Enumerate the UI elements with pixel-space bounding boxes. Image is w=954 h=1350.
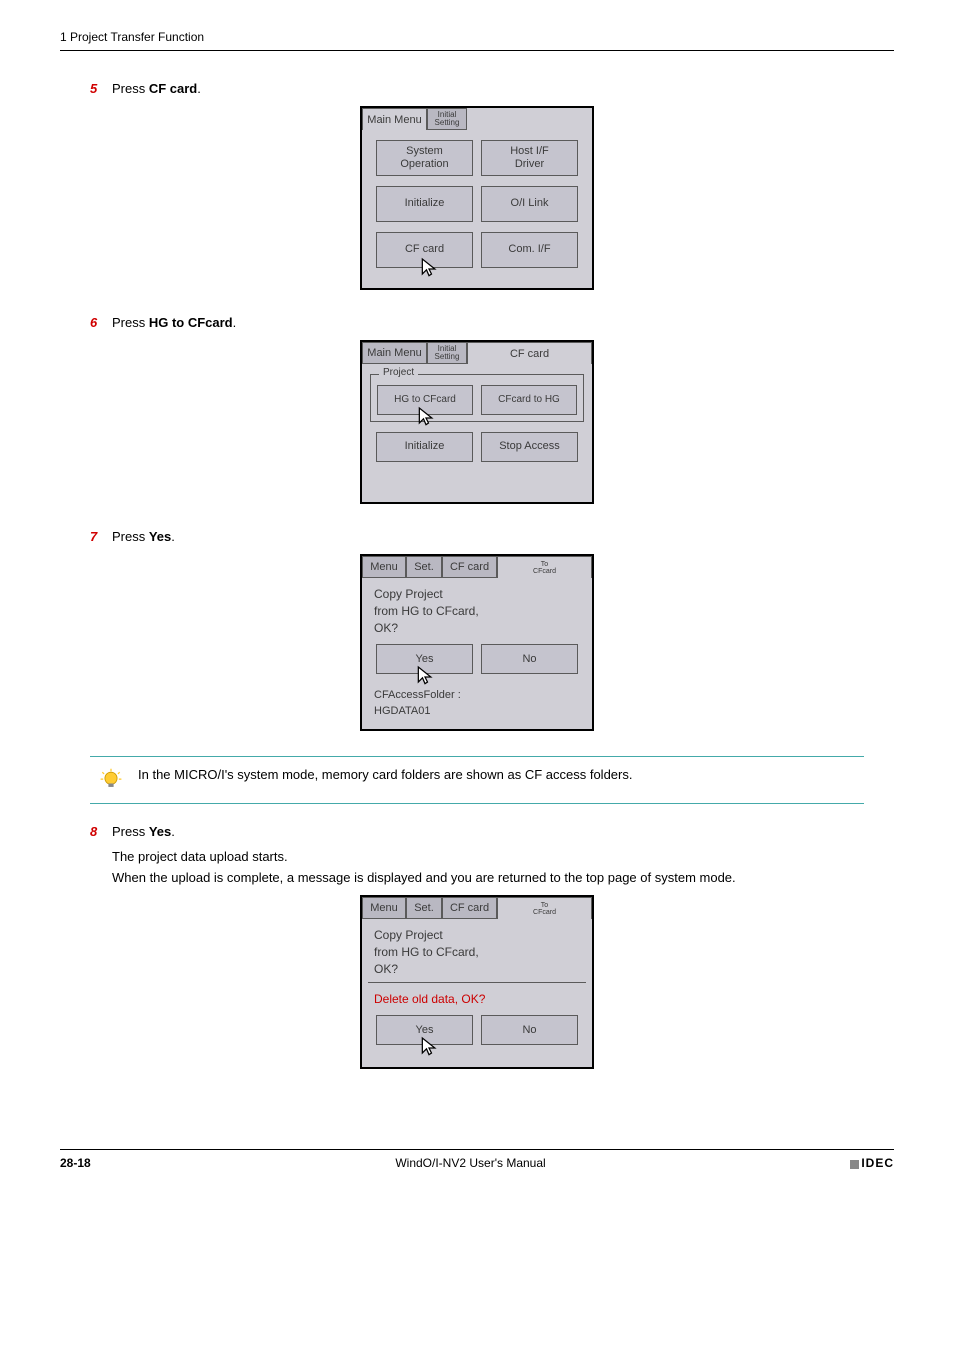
screenshot-2: Main Menu InitialSetting CF card Project…: [60, 340, 894, 504]
tab-line2: Setting: [435, 352, 460, 361]
step-number: 8: [90, 824, 112, 839]
no-button[interactable]: No: [481, 1015, 578, 1045]
cf-card-button[interactable]: CF card: [376, 232, 473, 268]
step-6: 6 Press HG to CFcard.: [90, 315, 894, 330]
step-pre: Press: [112, 824, 149, 839]
initialize-button[interactable]: Initialize: [376, 432, 473, 462]
tab-initial-setting[interactable]: InitialSetting: [427, 108, 467, 130]
step-pre: Press: [112, 81, 149, 96]
tab-line1: To: [541, 561, 548, 568]
step-8: 8 Press Yes.: [90, 824, 894, 839]
cursor-icon: [416, 406, 436, 430]
step-text: Press Yes.: [112, 824, 894, 839]
tab-cf-card[interactable]: CF card: [442, 556, 497, 578]
oi-link-button[interactable]: O/I Link: [481, 186, 578, 222]
page-number: 28-18: [60, 1156, 91, 1170]
step-5: 5 Press CF card.: [90, 81, 894, 96]
yes-label: Yes: [416, 1024, 434, 1037]
yes-label: Yes: [416, 653, 434, 666]
tab-main-menu[interactable]: Main Menu: [362, 108, 427, 130]
com-if-button[interactable]: Com. I/F: [481, 232, 578, 268]
yes-button[interactable]: Yes: [376, 644, 473, 674]
step-post: .: [171, 824, 175, 839]
tab-cf-card[interactable]: CF card: [442, 897, 497, 919]
tab-main-menu[interactable]: Main Menu: [362, 342, 427, 364]
cursor-icon: [415, 665, 435, 689]
tip-note: In the MICRO/I's system mode, memory car…: [90, 756, 864, 804]
page-footer: 28-18 WindO/I-NV2 User's Manual IDEC: [60, 1149, 894, 1170]
step-text: Press Yes.: [112, 529, 894, 544]
step-7: 7 Press Yes.: [90, 529, 894, 544]
step-post: .: [197, 81, 201, 96]
cursor-icon: [419, 257, 439, 281]
tab-menu[interactable]: Menu: [362, 897, 406, 919]
hg-to-cfcard-label: HG to CFcard: [394, 394, 456, 406]
tab-menu[interactable]: Menu: [362, 556, 406, 578]
step-number: 6: [90, 315, 112, 330]
cursor-icon: [419, 1036, 439, 1060]
group-label: Project: [379, 367, 418, 378]
screenshot-1: Main Menu InitialSetting System Operatio…: [60, 106, 894, 290]
step-bold: HG to CFcard: [149, 315, 233, 330]
screenshot-3: Menu Set. CF card ToCFcard Copy Project …: [60, 554, 894, 731]
step-text: Press HG to CFcard.: [112, 315, 894, 330]
step-bold: Yes: [149, 824, 171, 839]
step-number: 7: [90, 529, 112, 544]
device-screen-cf-card: Main Menu InitialSetting CF card Project…: [360, 340, 594, 504]
tab-line1: To: [541, 902, 548, 909]
initialize-button[interactable]: Initialize: [376, 186, 473, 222]
step-8-sub2: When the upload is complete, a message i…: [112, 870, 894, 885]
tip-text: In the MICRO/I's system mode, memory car…: [138, 767, 632, 782]
tab-set[interactable]: Set.: [406, 897, 442, 919]
hg-to-cfcard-button[interactable]: HG to CFcard: [377, 385, 473, 415]
tab-line2: CFcard: [533, 568, 556, 575]
yes-button[interactable]: Yes: [376, 1015, 473, 1045]
tab-line2: CFcard: [533, 909, 556, 916]
stop-access-button[interactable]: Stop Access: [481, 432, 578, 462]
cf-card-label: CF card: [405, 243, 444, 256]
device-screen-main-menu: Main Menu InitialSetting System Operatio…: [360, 106, 594, 290]
brand-text: IDEC: [861, 1156, 894, 1170]
no-button[interactable]: No: [481, 644, 578, 674]
project-group: Project HG to CFcard CFcard to HG: [370, 374, 584, 422]
device-screen-copy-confirm: Menu Set. CF card ToCFcard Copy Project …: [360, 554, 594, 731]
cf-access-folder: CFAccessFolder : HGDATA01: [362, 684, 592, 729]
step-post: .: [233, 315, 237, 330]
brand-logo: IDEC: [850, 1156, 894, 1170]
host-if-driver-button[interactable]: Host I/F Driver: [481, 140, 578, 176]
cfcard-to-hg-button[interactable]: CFcard to HG: [481, 385, 577, 415]
tab-to-cfcard[interactable]: ToCFcard: [497, 897, 592, 919]
system-operation-button[interactable]: System Operation: [376, 140, 473, 176]
tab-line2: Setting: [435, 118, 460, 127]
step-pre: Press: [112, 529, 149, 544]
step-number: 5: [90, 81, 112, 96]
step-post: .: [171, 529, 175, 544]
screenshot-4: Menu Set. CF card ToCFcard Copy Project …: [60, 895, 894, 1069]
section-header: 1 Project Transfer Function: [60, 30, 894, 44]
tab-set[interactable]: Set.: [406, 556, 442, 578]
tab-to-cfcard[interactable]: ToCFcard: [497, 556, 592, 578]
manual-title: WindO/I-NV2 User's Manual: [395, 1156, 545, 1170]
tab-initial-setting[interactable]: InitialSetting: [427, 342, 467, 364]
delete-warning: Delete old data, OK?: [362, 983, 592, 1016]
step-pre: Press: [112, 315, 149, 330]
step-8-sub1: The project data upload starts.: [112, 849, 894, 864]
device-screen-delete-confirm: Menu Set. CF card ToCFcard Copy Project …: [360, 895, 594, 1069]
confirm-message: Copy Project from HG to CFcard, OK?: [362, 578, 592, 644]
tab-cf-card[interactable]: CF card: [467, 342, 592, 364]
step-bold: Yes: [149, 529, 171, 544]
lightbulb-icon: [98, 767, 124, 793]
step-text: Press CF card.: [112, 81, 894, 96]
confirm-message: Copy Project from HG to CFcard, OK?: [362, 919, 592, 981]
step-bold: CF card: [149, 81, 197, 96]
header-rule: [60, 50, 894, 51]
